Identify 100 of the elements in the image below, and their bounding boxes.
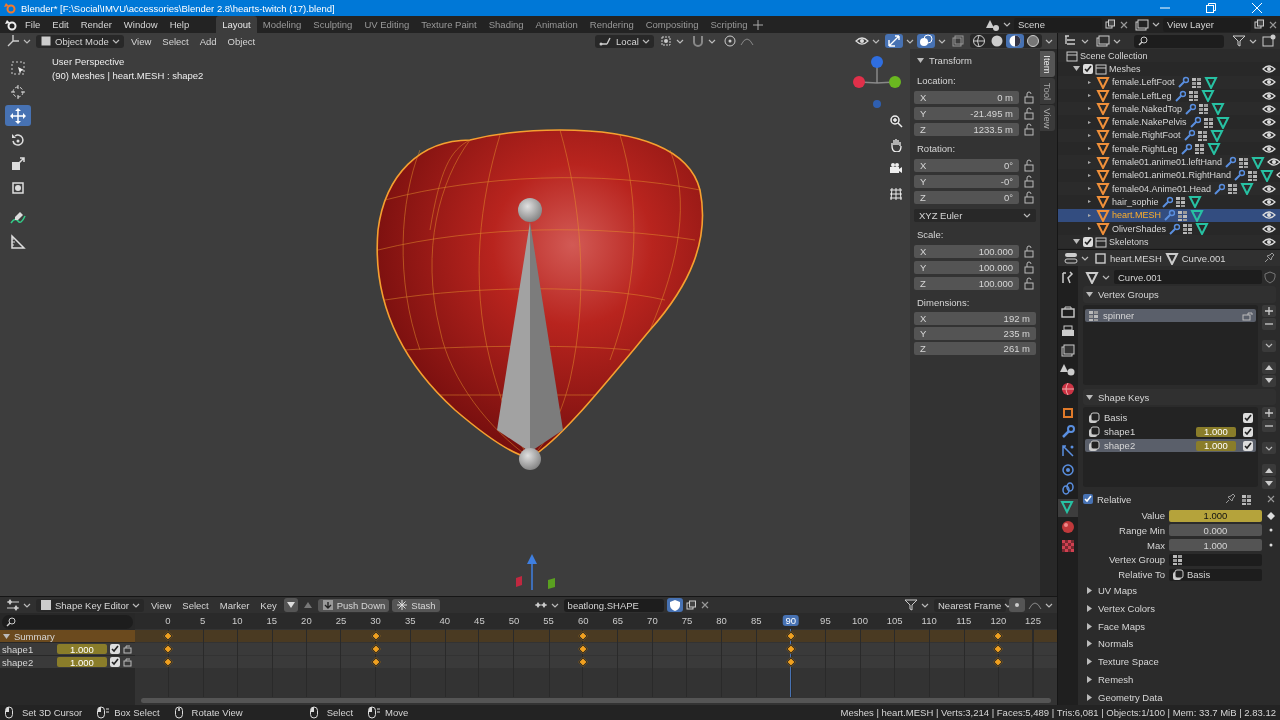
status-hint: Select <box>326 707 354 718</box>
sidebar-tab[interactable]: View <box>1040 105 1055 131</box>
value-field[interactable]: 1.000 <box>57 644 107 654</box>
number-field[interactable]: Z 261 m <box>914 342 1036 355</box>
menu-item[interactable]: View <box>146 598 176 612</box>
number-field[interactable]: X 0 m <box>914 90 1019 104</box>
outliner-label: Scene Collection <box>1080 50 1148 61</box>
frame-number: 30 <box>369 615 382 626</box>
outliner-label: Skeletons <box>1109 236 1149 247</box>
outliner-row[interactable]: heart.MESH <box>1058 208 1280 222</box>
scene-field[interactable]: Scene <box>1014 17 1102 32</box>
rotation-mode-dropdown[interactable]: XYZ Euler <box>914 209 1036 222</box>
group-label: Scale: <box>916 228 945 242</box>
workspace-tab[interactable]: Modeling <box>256 16 308 33</box>
field-label: Range Min <box>1118 524 1165 536</box>
outliner-row[interactable]: female01.anime01.RightHand <box>1058 168 1280 182</box>
outliner-row[interactable]: Meshes <box>1058 62 1280 76</box>
outliner-row[interactable]: female.NakePelvis <box>1058 115 1280 129</box>
menu-item[interactable]: Key <box>256 598 281 612</box>
menu-item[interactable]: Select <box>178 598 213 612</box>
menu-item[interactable]: Select <box>158 34 193 48</box>
view-layer-field[interactable]: View Layer <box>1163 17 1251 32</box>
value-field[interactable]: 1.000 <box>1196 426 1236 437</box>
menu-item[interactable]: Marker <box>215 598 254 612</box>
field-label: Max <box>1146 539 1165 551</box>
outliner-row[interactable]: hair_sophie <box>1058 195 1280 209</box>
list-item[interactable]: shape2 1.000 <box>1085 439 1256 453</box>
frame-number: 65 <box>611 615 625 626</box>
menu-item[interactable]: Render <box>75 17 117 32</box>
panel-header[interactable]: Remesh <box>1083 671 1276 688</box>
frame-number: 115 <box>955 615 973 626</box>
panel-header[interactable]: Vertex Groups <box>1083 286 1276 303</box>
workspace-tab[interactable]: UV Editing <box>358 16 416 33</box>
action-button[interactable]: Push Down <box>317 598 390 612</box>
window-title: Blender* [F:\Social\IMVU\accessories\Blender 2.8\hearts-twitch (17).blend] <box>21 2 335 14</box>
panel-header[interactable]: Geometry Data <box>1083 689 1276 705</box>
workspace-tab[interactable]: Scripting <box>704 16 754 33</box>
list-item[interactable]: spinner <box>1085 308 1256 322</box>
panel-header[interactable]: Vertex Colors <box>1083 600 1276 617</box>
menu-item[interactable]: Object <box>223 34 260 48</box>
value-field[interactable]: 1.000 <box>57 657 107 667</box>
number-field[interactable]: X 192 m <box>914 312 1036 325</box>
value-field[interactable]: 1.000 <box>1196 440 1236 451</box>
number-field[interactable]: Y 235 m <box>914 327 1036 340</box>
number-field[interactable]: 1.000 <box>1169 539 1262 552</box>
action-button[interactable]: Stash <box>392 598 440 612</box>
status-hint: Rotate View <box>191 707 243 718</box>
workspace-tab[interactable]: Shading <box>482 16 530 33</box>
panel-header[interactable]: Texture Space <box>1083 653 1276 670</box>
workspace-tab[interactable]: Animation <box>529 16 584 33</box>
list-item[interactable]: Basis <box>1085 411 1256 425</box>
panel-header[interactable]: Normals <box>1083 636 1276 652</box>
list-item[interactable]: shape1 1.000 <box>1085 425 1256 439</box>
action-name-field[interactable]: beatlong.SHAPE <box>563 598 664 612</box>
workspace-tab[interactable]: Compositing <box>639 16 705 33</box>
sidebar-tab[interactable]: Item <box>1040 51 1055 77</box>
mesh-name-field[interactable]: Curve.001 <box>1114 270 1262 284</box>
workspace-tab[interactable]: Texture Paint <box>415 16 483 33</box>
frame-number: 55 <box>542 615 555 626</box>
workspace-tab[interactable]: Sculpting <box>307 16 359 33</box>
workspace-tab[interactable]: Rendering <box>583 16 640 33</box>
number-field[interactable]: Y 100.000 <box>914 260 1019 274</box>
number-field[interactable]: Z 0° <box>914 190 1019 204</box>
panel-header[interactable]: Transform <box>914 52 1036 68</box>
workspace-tab[interactable]: Layout <box>216 16 257 33</box>
relative-to-field[interactable]: Basis <box>1169 568 1262 581</box>
channel-name: shape1 <box>2 643 34 655</box>
frame-number: 120 <box>989 615 1008 626</box>
number-field[interactable]: X 0° <box>914 158 1019 172</box>
number-field[interactable]: 0.000 <box>1169 524 1262 537</box>
number-field[interactable]: Y -0° <box>914 174 1019 188</box>
frame-number: 75 <box>680 615 694 626</box>
number-field[interactable]: Z 100.000 <box>914 276 1019 290</box>
mode-dropdown[interactable]: Object Mode <box>36 34 124 48</box>
sidebar-tab[interactable]: Tool <box>1040 78 1055 104</box>
current-frame-badge[interactable]: 90 <box>782 615 800 626</box>
menu-item[interactable]: File <box>20 17 46 32</box>
outliner-label: hair_sophie <box>1112 196 1159 207</box>
number-field[interactable]: Z 1233.5 m <box>914 122 1019 136</box>
menu-item[interactable]: Window <box>118 17 163 32</box>
panel-header[interactable]: Face Maps <box>1083 618 1276 635</box>
menu-item[interactable]: Edit <box>47 17 74 32</box>
channel-name: shape2 <box>2 656 34 668</box>
status-hint: Set 3D Cursor <box>22 707 83 718</box>
snap-dropdown[interactable]: Nearest Frame <box>934 598 1006 612</box>
menu-item[interactable]: View <box>126 34 156 48</box>
number-field[interactable]: X 100.000 <box>914 244 1019 258</box>
number-field[interactable]: Y -21.495 m <box>914 106 1019 120</box>
orientation-dropdown[interactable]: Local <box>595 34 654 48</box>
panel-header[interactable]: UV Maps <box>1083 582 1276 599</box>
panel-header[interactable]: Shape Keys <box>1083 388 1276 406</box>
editor-mode-dropdown[interactable]: Shape Key Editor <box>36 598 144 612</box>
outliner-row[interactable]: female.LeftLeg <box>1058 88 1280 103</box>
viewport-info-text: User Perspective <box>52 56 126 67</box>
value-field[interactable]: 1.000 <box>1169 509 1262 522</box>
menu-item[interactable]: Add <box>195 34 221 48</box>
menu-item[interactable]: Help <box>164 17 195 32</box>
outliner-row[interactable]: female.RightLeg <box>1058 142 1280 156</box>
outliner-label: OliverShades <box>1112 223 1167 234</box>
outliner-row[interactable]: OliverShades <box>1058 221 1280 236</box>
